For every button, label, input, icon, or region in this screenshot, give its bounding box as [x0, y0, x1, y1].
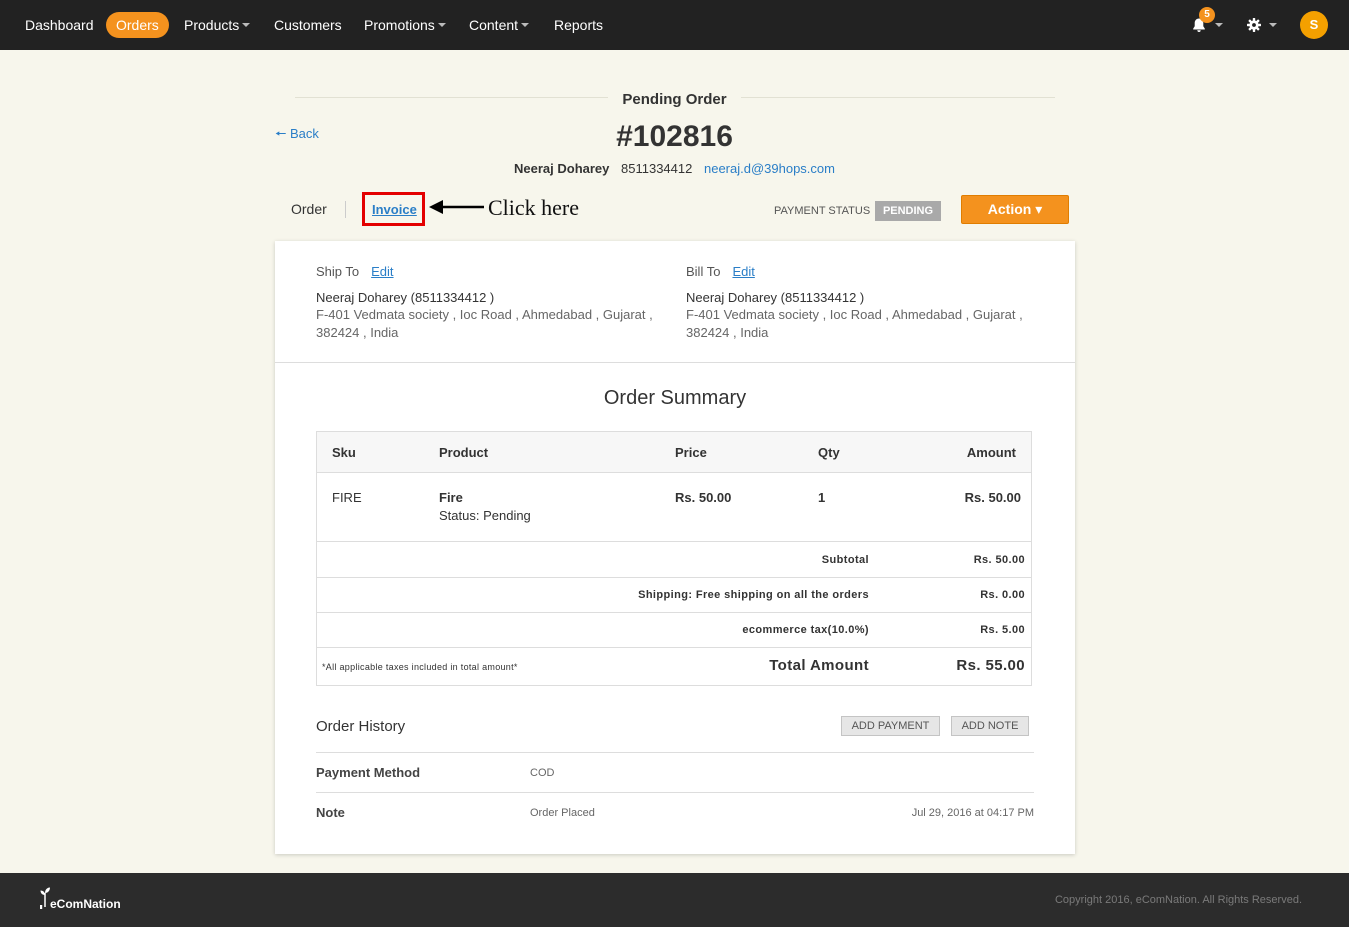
chevron-down-icon [437, 23, 446, 27]
payment-method-value: COD [530, 767, 555, 779]
add-note-button[interactable]: ADD NOTE [951, 716, 1029, 736]
bill-to-address-line1: F-401 Vedmata society , Ioc Road , Ahmed… [686, 307, 1023, 322]
address-divider [275, 362, 1075, 363]
nav-reports[interactable]: Reports [554, 12, 603, 38]
note-value: Order Placed [530, 807, 595, 819]
tax-note: *All applicable taxes included in total … [322, 662, 518, 672]
footer-logo-text: eComNation [50, 897, 121, 911]
page-status-title-text: Pending Order [608, 91, 741, 108]
chevron-down-icon [242, 23, 251, 27]
row-divider [317, 541, 1031, 542]
payment-method-label: Payment Method [316, 765, 421, 780]
shipping-value: Rs. 0.00 [980, 589, 1025, 601]
nav-orders[interactable]: Orders [106, 12, 169, 38]
history-divider [316, 752, 1034, 753]
item-amount: Rs. 50.00 [964, 490, 1021, 505]
gear-icon[interactable] [1246, 17, 1262, 33]
ship-to-label: Ship To [316, 264, 360, 279]
ship-to-title: Ship To Edit [316, 264, 394, 279]
column-header-sku: Sku [332, 445, 356, 460]
tax-value: Rs. 5.00 [980, 624, 1025, 636]
bill-to-address-line2: 382424 , India [686, 325, 769, 340]
copyright-text: Copyright 2016, eComNation. All Rights R… [1054, 894, 1302, 906]
chevron-down-icon [521, 23, 530, 27]
tax-label: ecommerce tax(10.0%) [742, 624, 869, 636]
bill-to-edit-link[interactable]: Edit [732, 264, 754, 279]
order-number: #102816 [616, 120, 733, 153]
customer-line: Neeraj Doharey 8511334412 neeraj.d@39hop… [0, 161, 1349, 176]
top-nav: Dashboard Orders Products Customers Prom… [0, 0, 1349, 50]
order-summary-title: Order Summary [603, 387, 747, 409]
order-history-title: Order History [316, 718, 406, 735]
customer-phone: 8511334412 [621, 161, 693, 176]
annotation-text: Click here [488, 195, 580, 220]
total-amount-label: Total Amount [769, 657, 869, 674]
item-sku: FIRE [332, 490, 362, 505]
chevron-down-icon[interactable] [1215, 23, 1223, 27]
column-header-qty: Qty [818, 445, 840, 460]
column-header-price: Price [675, 445, 707, 460]
tab-separator [345, 201, 346, 218]
nav-products[interactable]: Products [184, 12, 251, 38]
payment-status-label: PAYMENT STATUS [774, 205, 871, 217]
tab-order[interactable]: Order [291, 201, 327, 217]
subtotal-label: Subtotal [821, 554, 869, 566]
row-divider [317, 577, 1031, 578]
total-amount-value: Rs. 55.00 [956, 657, 1025, 674]
tab-invoice[interactable]: Invoice [372, 202, 417, 217]
nav-promotions[interactable]: Promotions [364, 12, 446, 38]
arrow-left-icon [429, 200, 484, 214]
footer: eComNation Copyright 2016, eComNation. A… [0, 873, 1349, 927]
item-qty: 1 [818, 490, 826, 505]
subtotal-value: Rs. 50.00 [973, 554, 1025, 566]
column-header-amount: Amount [966, 445, 1016, 460]
nav-customers[interactable]: Customers [274, 12, 342, 38]
table-header: Sku Product Price Qty Amount [317, 432, 1031, 473]
avatar[interactable]: S [1300, 11, 1328, 39]
history-divider [316, 792, 1034, 793]
page-status-title: Pending Order [0, 91, 1349, 108]
note-label: Note [316, 805, 345, 820]
ship-to-address-line2: 382424 , India [316, 325, 399, 340]
nav-dashboard[interactable]: Dashboard [25, 12, 94, 38]
chevron-down-icon[interactable] [1269, 23, 1277, 27]
ship-to-name: Neeraj Doharey (8511334412 ) [316, 290, 495, 305]
action-button[interactable]: Action ▾ [961, 195, 1069, 224]
ship-to-address-line1: F-401 Vedmata society , Ioc Road , Ahmed… [316, 307, 653, 322]
bill-to-title: Bill To Edit [686, 264, 755, 279]
item-price: Rs. 50.00 [675, 490, 732, 505]
bill-to-name: Neeraj Doharey (8511334412 ) [686, 290, 865, 305]
customer-name: Neeraj Doharey [514, 161, 610, 176]
nav-products-label: Products [184, 17, 240, 33]
bill-to-label: Bill To [686, 264, 721, 279]
payment-status-badge: PENDING [875, 201, 941, 221]
notification-badge: 5 [1199, 7, 1215, 23]
nav-content-label: Content [469, 17, 519, 33]
shipping-label: Shipping: Free shipping on all the order… [638, 589, 869, 601]
order-card: Ship To Edit Neeraj Doharey (8511334412 )… [275, 241, 1075, 854]
row-divider [317, 612, 1031, 613]
order-summary-table: Sku Product Price Qty Amount FIRE Fire S… [316, 431, 1032, 686]
item-status: Status: Pending [439, 508, 531, 523]
add-payment-button[interactable]: ADD PAYMENT [841, 716, 940, 736]
customer-email[interactable]: neeraj.d@39hops.com [704, 161, 835, 176]
column-header-product: Product [439, 445, 489, 460]
row-divider [317, 647, 1031, 648]
ship-to-edit-link[interactable]: Edit [371, 264, 393, 279]
item-product: Fire [439, 490, 463, 505]
note-date: Jul 29, 2016 at 04:17 PM [911, 807, 1034, 819]
nav-promotions-label: Promotions [364, 17, 435, 33]
nav-content[interactable]: Content [469, 12, 530, 38]
